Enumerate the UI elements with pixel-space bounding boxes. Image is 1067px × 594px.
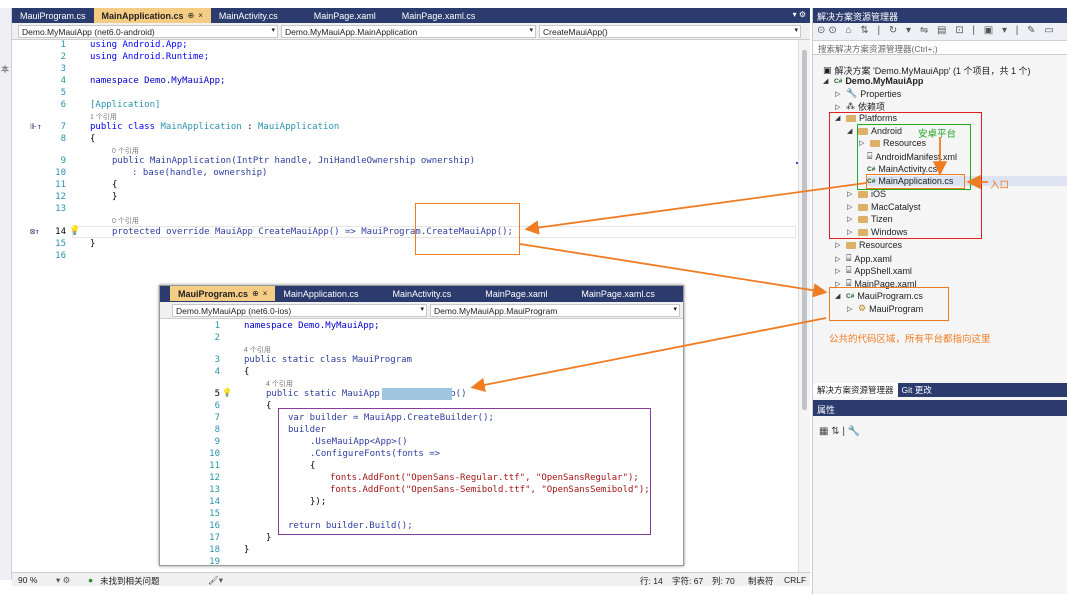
arrow-mauiprogram-to-method (470, 317, 827, 392)
arrow-code-to-mauiprogram (519, 243, 828, 298)
annotation-arrows (470, 137, 988, 392)
arrow-mainapplication-to-code (524, 182, 867, 235)
